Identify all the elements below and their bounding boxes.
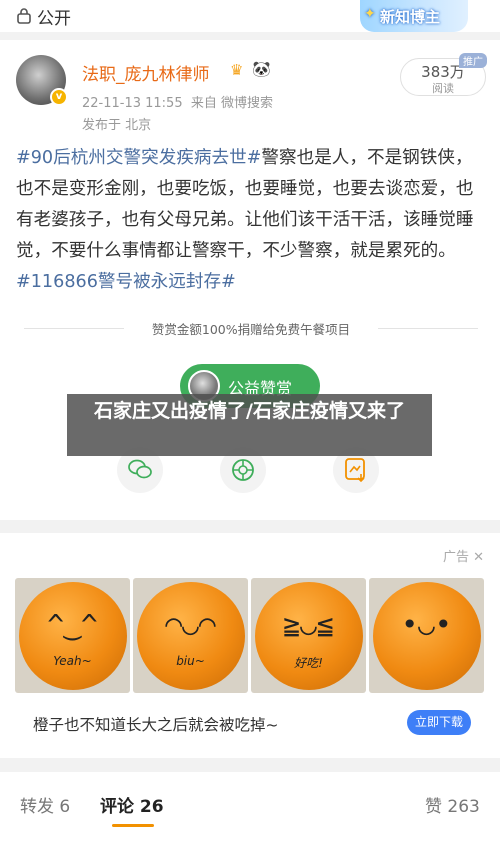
new-knowledge-blogger-banner[interactable]: ✦ 新知博主 (360, 0, 468, 32)
ad-images[interactable]: ^‿^ Yeah~ ◠◡◠ biu~ ≧◡≦ 好吃! •◡• (15, 578, 485, 693)
visibility-label[interactable]: 公开 (37, 4, 71, 29)
views-label: 阅读 (432, 82, 454, 95)
overlay-title: 石家庄又出疫情了/石家庄疫情又来了 (67, 394, 432, 456)
ad-image[interactable]: ^‿^ Yeah~ (15, 578, 130, 693)
post-location: 发布于 北京 (82, 118, 152, 133)
ad-image[interactable]: ◠◡◠ biu~ (133, 578, 248, 693)
ad-tag-text: 广告 (442, 550, 469, 565)
tab-like[interactable]: 赞 263 (425, 792, 480, 817)
ad-label: 广告 ✕ (443, 546, 484, 565)
star-icon: ✦ (364, 6, 376, 22)
post-date: 22-11-13 11:55 (82, 96, 183, 111)
tab-active-indicator (112, 824, 154, 827)
orange-word: biu~ (176, 654, 205, 668)
orange-face: ^‿^ (47, 608, 98, 641)
orange-face: ≧◡≦ (283, 608, 334, 641)
post-source: 来自 微博搜索 (190, 96, 274, 111)
tab-repost[interactable]: 转发 6 (20, 792, 70, 817)
tab-comment[interactable]: 评论 26 (100, 792, 164, 817)
orange-face: ◠◡◠ (165, 608, 216, 641)
hashtag-link[interactable]: #90后杭州交警突发疾病去世# (16, 148, 261, 168)
reward-note: 赞赏金额100%捐赠给免费午餐项目 (16, 318, 486, 338)
hashtag-link[interactable]: #116866警号被永远封存# (16, 272, 236, 292)
banner-label: 新知博主 (380, 8, 441, 26)
wechat-icon (128, 459, 152, 479)
lock-icon (17, 8, 31, 24)
post-body: #90后杭州交警突发疾病去世#警察也是人，不是钢铁侠，也不是变形金刚，也要吃饭，… (16, 143, 486, 298)
top-bar: 公开 ✦ 新知博主 (0, 0, 500, 32)
reward-note-text: 赞赏金额100%捐赠给免费午餐项目 (151, 322, 351, 337)
promote-tag[interactable]: 推广 (459, 53, 487, 68)
download-button[interactable]: 立即下载 (407, 710, 471, 735)
overlay-title-text: 石家庄又出疫情了/石家庄疫情又来了 (94, 400, 405, 422)
orange-word: 好吃! (294, 656, 323, 670)
ad-text[interactable]: 橙子也不知道长大之后就会被吃掉~ (33, 713, 279, 735)
ad-image[interactable]: •◡• (369, 578, 484, 693)
orange-word: Yeah~ (53, 654, 92, 668)
crown-icon: ♛ (230, 61, 244, 79)
post-meta: 22-11-13 11:55 来自 微博搜索 (82, 92, 273, 111)
verified-icon: v (50, 88, 68, 106)
orange-face: •◡• (401, 608, 452, 641)
ad-image[interactable]: ≧◡≦ 好吃! (251, 578, 366, 693)
save-image-icon (345, 458, 365, 482)
moments-icon (232, 459, 254, 481)
close-icon[interactable]: ✕ (473, 550, 484, 565)
views-counter: 383万 阅读 推广 (400, 53, 487, 96)
author-name[interactable]: 法职_庞九林律师 (82, 60, 210, 85)
panda-icon: 🐼 (252, 60, 271, 78)
